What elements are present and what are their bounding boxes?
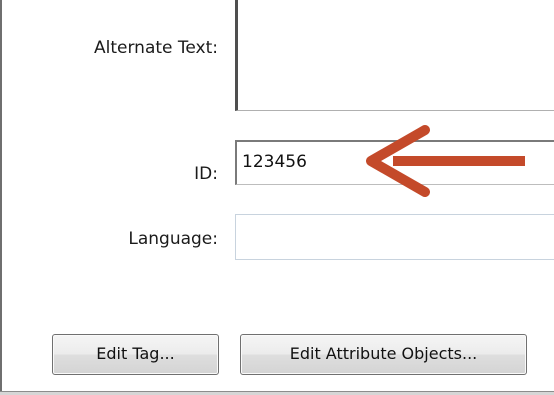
edit-tag-button[interactable]: Edit Tag... [52,334,219,375]
panel-bottom-border [0,391,554,395]
alternate-text-field[interactable] [235,0,554,111]
panel-left-border [0,0,2,395]
language-label: Language: [128,229,218,249]
edit-attribute-objects-button[interactable]: Edit Attribute Objects... [240,334,527,375]
language-field[interactable] [235,214,554,260]
id-label: ID: [194,164,218,184]
left-arrow-icon [366,125,525,197]
tag-properties-panel: Alternate Text: ID: 123456 Language: Edi… [0,0,554,395]
alternate-text-label: Alternate Text: [94,38,218,58]
